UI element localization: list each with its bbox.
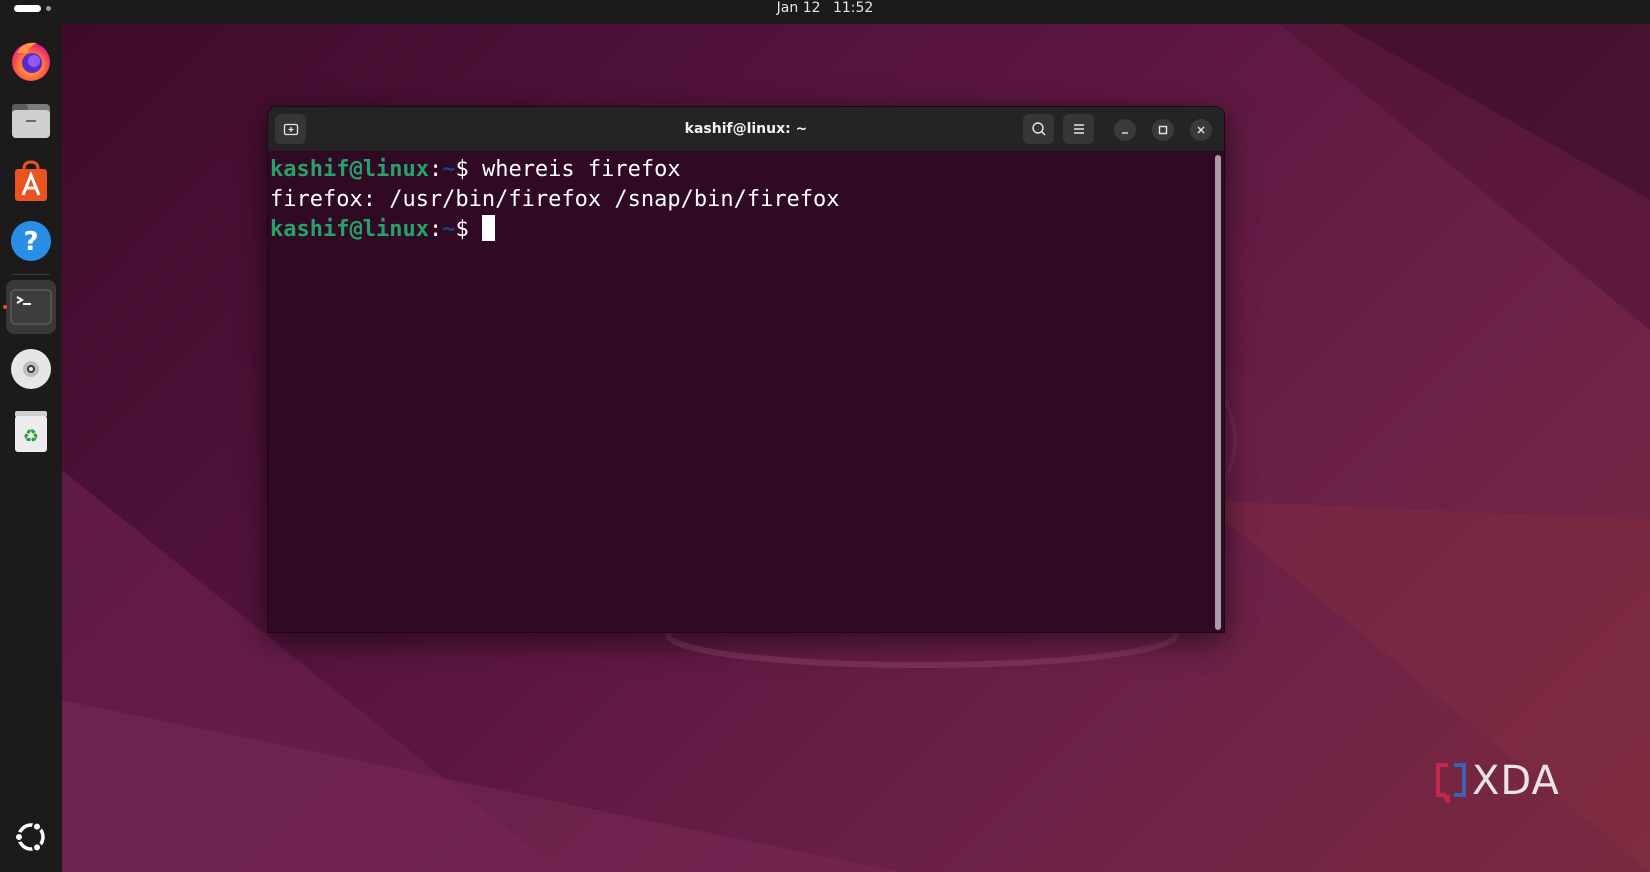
svg-text:♻: ♻ (23, 426, 39, 447)
top-bar: Jan 12 11:52 (0, 0, 1650, 24)
dock-item-help[interactable]: ? (6, 214, 56, 268)
menu-button[interactable] (1063, 114, 1094, 144)
xda-watermark: XDA (1434, 756, 1560, 806)
terminal-line: firefox: /usr/bin/firefox /snap/bin/fire… (270, 185, 1212, 215)
clock-time: 11:52 (832, 0, 874, 16)
files-icon (12, 104, 50, 138)
terminal-titlebar[interactable]: kashif@linux: ~ (268, 107, 1224, 151)
xda-wordmark: XDA (1472, 758, 1560, 804)
terminal-output[interactable]: kashif@linux:~$ whereis firefox firefox:… (270, 153, 1212, 632)
prompt-path: ~ (442, 157, 456, 182)
prompt-user: kashif@linux (270, 157, 429, 182)
minimize-icon (1122, 132, 1128, 134)
clock-date: Jan 12 (776, 0, 821, 16)
dock-item-firefox[interactable] (6, 34, 56, 88)
search-icon (1031, 122, 1045, 136)
dock-item-files[interactable] (6, 94, 56, 148)
text-cursor (481, 215, 495, 241)
clock[interactable]: Jan 12 11:52 (0, 0, 1650, 16)
prompt-symbol: $ (455, 157, 482, 182)
xda-logo-icon (1436, 763, 1466, 803)
prompt-user: kashif@linux (270, 217, 429, 242)
trash-icon: ♻ (15, 411, 47, 452)
running-indicator (3, 305, 7, 309)
minimize-button[interactable] (1114, 119, 1136, 141)
dock-item-trash[interactable]: ♻ (6, 404, 56, 458)
terminal-window[interactable]: kashif@linux: ~ kashif@linux:~$ whereis … (267, 106, 1225, 633)
new-tab-button[interactable] (275, 114, 306, 144)
dock-separator (12, 274, 50, 275)
dock: ? ♻ (0, 24, 62, 872)
prompt-colon: : (428, 157, 443, 182)
maximize-icon (1158, 125, 1168, 135)
new-tab-icon (283, 123, 298, 136)
show-apps-button[interactable] (6, 810, 56, 864)
hamburger-icon (1073, 124, 1084, 134)
svg-text:?: ? (23, 227, 38, 257)
prompt-path: ~ (442, 217, 456, 242)
help-icon: ? (11, 221, 51, 261)
dock-item-app-center[interactable] (6, 154, 56, 208)
disc-icon (11, 349, 51, 389)
terminal-line: kashif@linux:~$ whereis firefox (270, 155, 1212, 185)
maximize-button[interactable] (1152, 119, 1174, 141)
firefox-icon (12, 42, 50, 81)
search-button[interactable] (1023, 114, 1054, 144)
ubuntu-logo-icon (14, 821, 45, 853)
app-center-icon (15, 160, 47, 201)
close-button[interactable] (1190, 119, 1212, 141)
prompt-colon: : (428, 217, 443, 242)
command-text: whereis firefox (481, 157, 681, 182)
scrollbar[interactable] (1215, 155, 1221, 630)
terminal-icon (10, 289, 52, 325)
command-output: firefox: /usr/bin/firefox /snap/bin/fire… (270, 187, 840, 212)
dock-item-disc[interactable] (6, 342, 56, 396)
terminal-line: kashif@linux:~$ (270, 215, 1212, 245)
close-icon (1197, 126, 1205, 134)
dock-item-terminal[interactable] (3, 280, 56, 334)
prompt-symbol: $ (455, 217, 482, 242)
